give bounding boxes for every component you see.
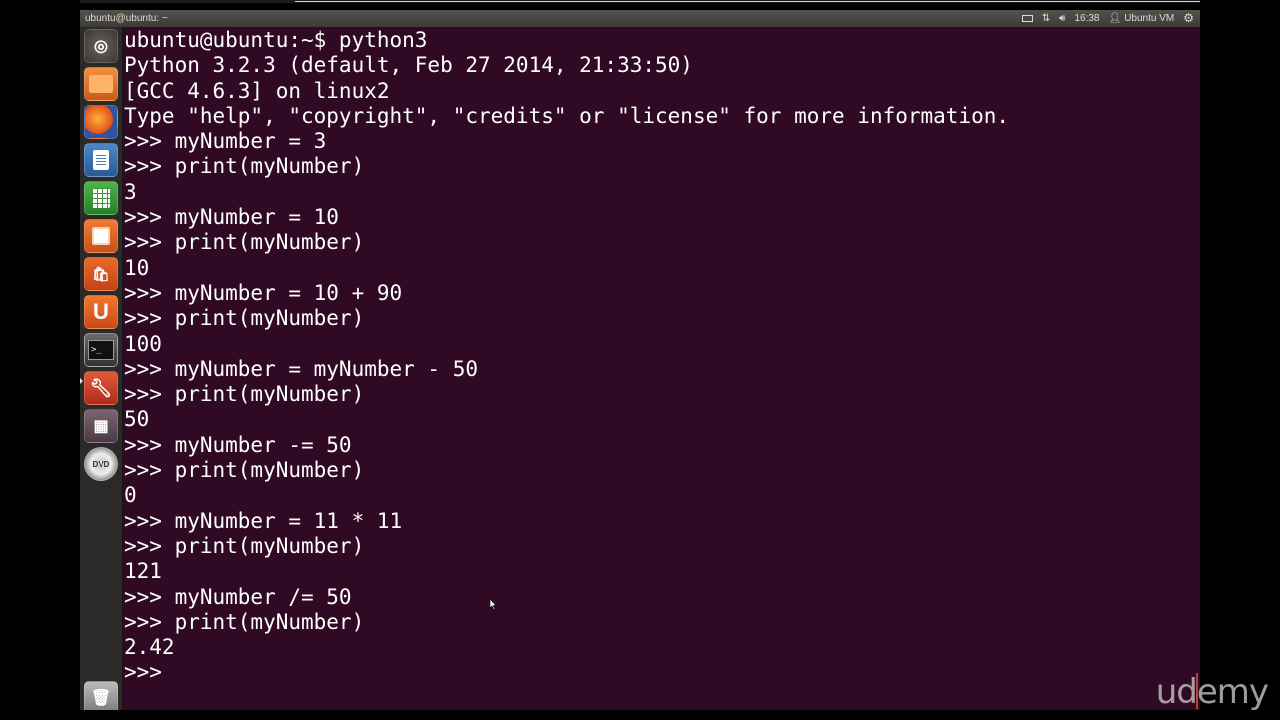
workspace-icon: ▦	[93, 418, 109, 435]
folder-icon	[89, 75, 113, 93]
writer-document-icon	[93, 150, 109, 170]
wrench-icon: 🔧︎	[89, 377, 113, 398]
terminal-line: >>> print(myNumber)	[124, 609, 365, 634]
user-name: Ubuntu VM	[1124, 13, 1175, 24]
terminal-line: >>> print(myNumber)	[124, 533, 365, 558]
terminal-line: >>> print(myNumber)	[124, 306, 365, 331]
libreoffice-calc-button[interactable]	[84, 181, 118, 215]
terminal-line: 2.42	[124, 635, 175, 660]
terminal-line: >>> myNumber = 3	[124, 129, 327, 154]
terminal-output[interactable]: ubuntu@ubuntu:~$ python3 Python 3.2.3 (de…	[124, 27, 1200, 710]
terminal-line: Type "help", "copyright", "credits" or "…	[124, 103, 1010, 128]
terminal-line: 50	[124, 407, 150, 432]
top-panel: ubuntu@ubuntu: ~ ⇅ 🔊︎ 16:38 👤︎ Ubuntu VM…	[80, 10, 1200, 27]
dvd-icon: DVD	[92, 459, 110, 469]
terminal-line: 121	[124, 559, 162, 584]
clock[interactable]: 16:38	[1074, 10, 1099, 27]
libreoffice-impress-button[interactable]	[84, 219, 118, 253]
files-button[interactable]	[84, 67, 118, 101]
trash-button[interactable]: 🗑︎	[84, 681, 118, 710]
terminal-line: 10	[124, 255, 150, 280]
terminal-line: >>> myNumber -= 50	[124, 432, 352, 457]
user-icon: 👤︎	[1108, 13, 1122, 24]
dash-home-button[interactable]: ◎	[84, 29, 118, 63]
ubuntu-logo-icon: ◎	[94, 38, 108, 55]
terminal-line: >>> print(myNumber)	[124, 230, 365, 255]
window-title: ubuntu@ubuntu: ~	[85, 13, 168, 24]
ubuntu-one-button[interactable]: U	[84, 295, 118, 329]
libreoffice-writer-button[interactable]	[84, 143, 118, 177]
udemy-watermark: udemy	[1155, 672, 1269, 712]
launcher: ◎ 🛍︎ U >_ 🔧︎ ▦ DVD 🗑︎	[80, 27, 123, 710]
terminal-line: >>> myNumber = 10 + 90	[124, 280, 403, 305]
terminal-line: 3	[124, 179, 137, 204]
terminal-line: Python 3.2.3 (default, Feb 27 2014, 21:3…	[124, 53, 693, 78]
terminal-line: >>> myNumber = 11 * 11	[124, 508, 403, 533]
terminal-button[interactable]: >_	[84, 333, 118, 367]
frame-top-line	[80, 0, 1200, 3]
software-center-button[interactable]: 🛍︎	[84, 257, 118, 291]
terminal-line: [GCC 4.6.3] on linux2	[124, 78, 390, 103]
terminal-line: 100	[124, 331, 162, 356]
terminal-line: ubuntu@ubuntu:~$ python3	[124, 28, 428, 52]
terminal-line: >>> myNumber = 10	[124, 205, 339, 230]
indicator-area: ⇅ 🔊︎ 16:38 👤︎ Ubuntu VM ⚙	[1021, 10, 1200, 27]
shopping-bag-icon: 🛍︎	[92, 265, 110, 282]
firefox-button[interactable]	[84, 105, 118, 139]
trash-icon: 🗑︎	[90, 690, 112, 707]
terminal-line: >>> print(myNumber)	[124, 382, 365, 407]
dvd-button[interactable]: DVD	[84, 447, 118, 481]
gear-icon[interactable]: ⚙	[1183, 10, 1194, 27]
user-menu[interactable]: 👤︎ Ubuntu VM	[1109, 10, 1175, 27]
spreadsheet-icon	[92, 188, 110, 208]
ubuntu-one-icon: U	[93, 299, 109, 324]
system-settings-button[interactable]: 🔧︎	[84, 371, 118, 405]
presentation-icon	[92, 227, 110, 245]
mouse-pointer-icon	[490, 599, 497, 610]
terminal-line: >>> print(myNumber)	[124, 154, 365, 179]
active-app-arrow-icon	[80, 378, 83, 384]
ubuntu-desktop: ubuntu@ubuntu: ~ ⇅ 🔊︎ 16:38 👤︎ Ubuntu VM…	[80, 10, 1200, 710]
terminal-line: >>>	[124, 660, 175, 685]
mail-icon[interactable]	[1021, 15, 1033, 22]
volume-icon[interactable]: 🔊︎	[1059, 10, 1065, 27]
terminal-line: >>> myNumber = myNumber - 50	[124, 356, 479, 381]
terminal-icon: >_	[88, 340, 114, 360]
terminal-line: >>> myNumber /= 50	[124, 584, 352, 609]
workspace-switcher-button[interactable]: ▦	[84, 409, 118, 443]
terminal-line: >>> print(myNumber)	[124, 458, 365, 483]
terminal-line: 0	[124, 483, 137, 508]
network-icon[interactable]: ⇅	[1042, 10, 1050, 27]
